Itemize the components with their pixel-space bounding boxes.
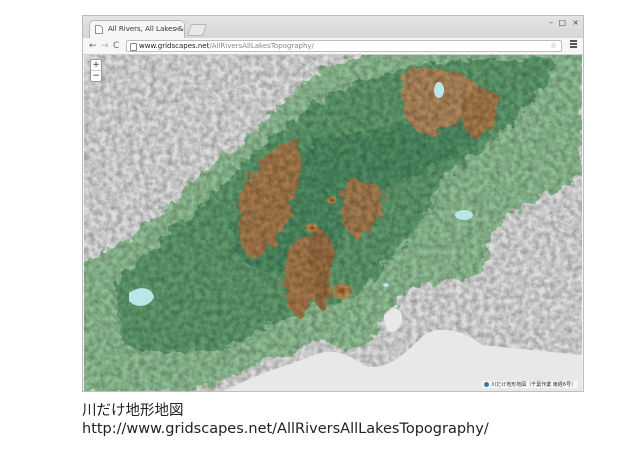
page-icon: [130, 43, 137, 51]
info-icon: [484, 382, 490, 387]
caption-title: 川だけ地形地図: [82, 403, 184, 419]
back-icon[interactable]: ←: [89, 40, 97, 52]
lake: [455, 210, 473, 220]
zoom-control: + −: [90, 59, 102, 82]
menu-icon[interactable]: [570, 40, 577, 48]
zoom-in-button[interactable]: +: [91, 60, 101, 71]
lake: [383, 283, 389, 287]
url-path: /AllRiversAllLakesTopography/: [209, 42, 314, 50]
url-domain: www.gridscapes.net: [139, 42, 210, 50]
window-close-icon[interactable]: ×: [572, 18, 579, 28]
caption-url: http://www.gridscapes.net/AllRiversAllLa…: [82, 421, 489, 437]
zoom-out-button[interactable]: −: [91, 71, 101, 81]
browser-tab[interactable]: All Rivers, All Lakes & T ×: [89, 20, 185, 38]
forward-icon[interactable]: →: [101, 40, 109, 52]
map-view[interactable]: + − 川だけ地形地図（千葉作業 東経6号）: [84, 55, 582, 391]
lake: [434, 82, 444, 98]
maximize-icon[interactable]: □: [558, 18, 566, 28]
minimize-icon[interactable]: –: [549, 18, 553, 28]
tab-strip: All Rivers, All Lakes & T × – □ ×: [83, 16, 583, 38]
address-bar[interactable]: www.gridscapes.net/AllRiversAllLakesTopo…: [126, 40, 562, 52]
attribution-text: 川だけ地形地図（千葉作業 東経6号）: [491, 382, 576, 388]
bookmark-star-icon[interactable]: ☆: [550, 41, 557, 51]
new-tab-button[interactable]: [186, 24, 208, 36]
relief-texture: [84, 55, 582, 391]
page-favicon-icon: [95, 25, 103, 34]
terrain-map[interactable]: [84, 55, 582, 391]
reload-icon[interactable]: C: [113, 40, 119, 52]
tab-close-icon[interactable]: ×: [174, 21, 180, 37]
browser-toolbar: ← → C www.gridscapes.net/AllRiversAllLak…: [83, 38, 583, 55]
browser-window: All Rivers, All Lakes & T × – □ × ← → C …: [82, 15, 584, 392]
map-attribution: 川だけ地形地図（千葉作業 東経6号）: [482, 381, 578, 388]
